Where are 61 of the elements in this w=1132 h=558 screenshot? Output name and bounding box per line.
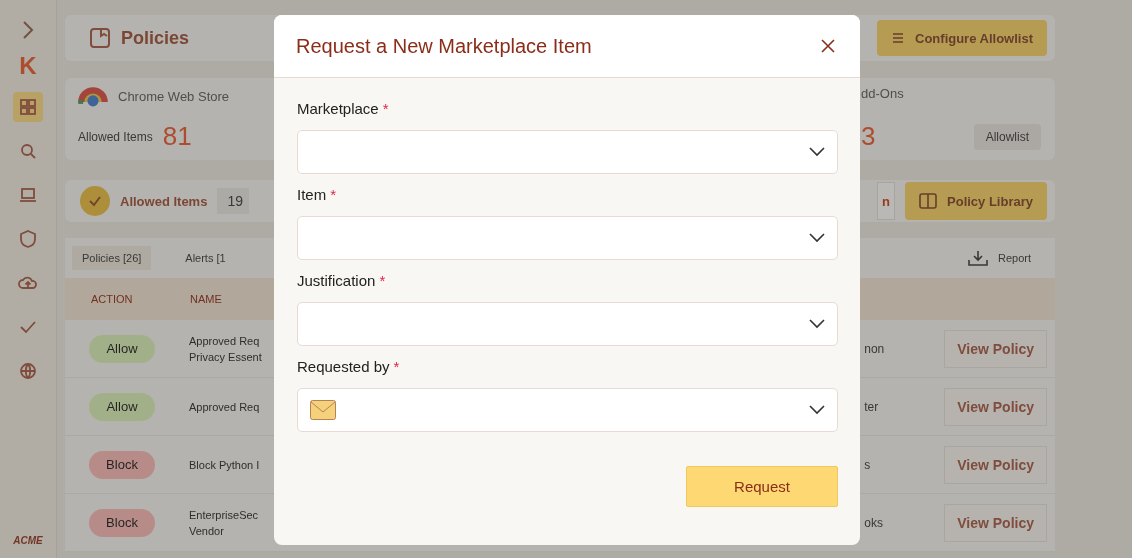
policy-name: Vendor: [189, 523, 225, 539]
store-name: Chrome Web Store: [118, 89, 230, 104]
table-cell-text: s: [864, 457, 872, 472]
view-policy-button[interactable]: View Policy: [944, 445, 1047, 484]
view-policy-button[interactable]: View Policy: [944, 329, 1047, 368]
allowed-items-count: 81: [162, 121, 192, 152]
logo: K: [19, 54, 37, 78]
page-title: Policies: [121, 27, 190, 49]
view-policy-button[interactable]: View Policy: [944, 387, 1047, 426]
envelope-icon: [310, 400, 336, 420]
footer-logo: ACME: [13, 535, 43, 546]
check-circle-icon: [80, 186, 110, 216]
allowed-items-count: 3: [861, 121, 876, 152]
allowlist-button[interactable]: Allowlist: [973, 123, 1041, 150]
report-button[interactable]: Report: [961, 249, 1037, 267]
policy-name: EnterpriseSec: [189, 507, 260, 523]
download-icon: [967, 250, 988, 266]
chevron-down-icon: [809, 319, 825, 329]
document-icon: [89, 27, 111, 49]
action-pill: Allow: [89, 334, 155, 363]
field-label: Requested by *: [297, 358, 401, 377]
action-pill: Block: [89, 508, 155, 537]
table-cell-text: oks: [864, 515, 884, 530]
chevron-down-icon: [809, 233, 825, 243]
email-select-field[interactable]: [297, 388, 838, 432]
close-icon[interactable]: [820, 38, 836, 54]
book-icon: [919, 193, 937, 209]
store-name: dd-Ons: [861, 86, 905, 101]
count-chip: 19: [217, 188, 249, 214]
filter-label: Allowed Items: [120, 193, 208, 209]
action-pill: Allow: [89, 392, 155, 421]
select-field[interactable]: [297, 130, 838, 174]
table-cell-text: ter: [864, 399, 880, 414]
chevron-down-icon: [809, 405, 825, 415]
grid-icon[interactable]: [13, 92, 43, 122]
view-policy-button[interactable]: View Policy: [944, 503, 1047, 542]
field-label: Justification *: [297, 272, 387, 291]
chevron-down-icon: [809, 147, 825, 157]
tab[interactable]: Alerts [1: [175, 246, 236, 270]
outline-button[interactable]: n: [877, 182, 895, 220]
action-pill: Block: [89, 450, 155, 479]
allowed-items-label: Allowed Items: [78, 129, 153, 144]
list-icon: [891, 31, 906, 45]
chevron-right-icon[interactable]: [22, 20, 34, 40]
policy-name: Block Python I: [189, 457, 261, 473]
field-label: Item *: [297, 186, 338, 205]
configure-allowlist-button[interactable]: Configure Allowlist: [877, 20, 1047, 56]
select-field[interactable]: [297, 302, 838, 346]
tab[interactable]: Policies [26]: [72, 246, 152, 270]
policy-name: Approved Req: [189, 399, 261, 415]
dialog-title: Request a New Marketplace Item: [296, 34, 592, 58]
column-header: NAME: [190, 293, 222, 305]
policy-library-button[interactable]: Policy Library: [905, 182, 1047, 220]
policy-name: Approved Req: [189, 333, 261, 349]
rainbow-logo-icon: [78, 86, 108, 107]
table-cell-text: non: [864, 341, 886, 356]
field-label: Marketplace *: [297, 100, 390, 119]
column-header: ACTION: [91, 293, 134, 305]
policy-name: Privacy Essent: [189, 349, 263, 365]
select-field[interactable]: [297, 216, 838, 260]
request-button[interactable]: Request: [686, 466, 838, 507]
